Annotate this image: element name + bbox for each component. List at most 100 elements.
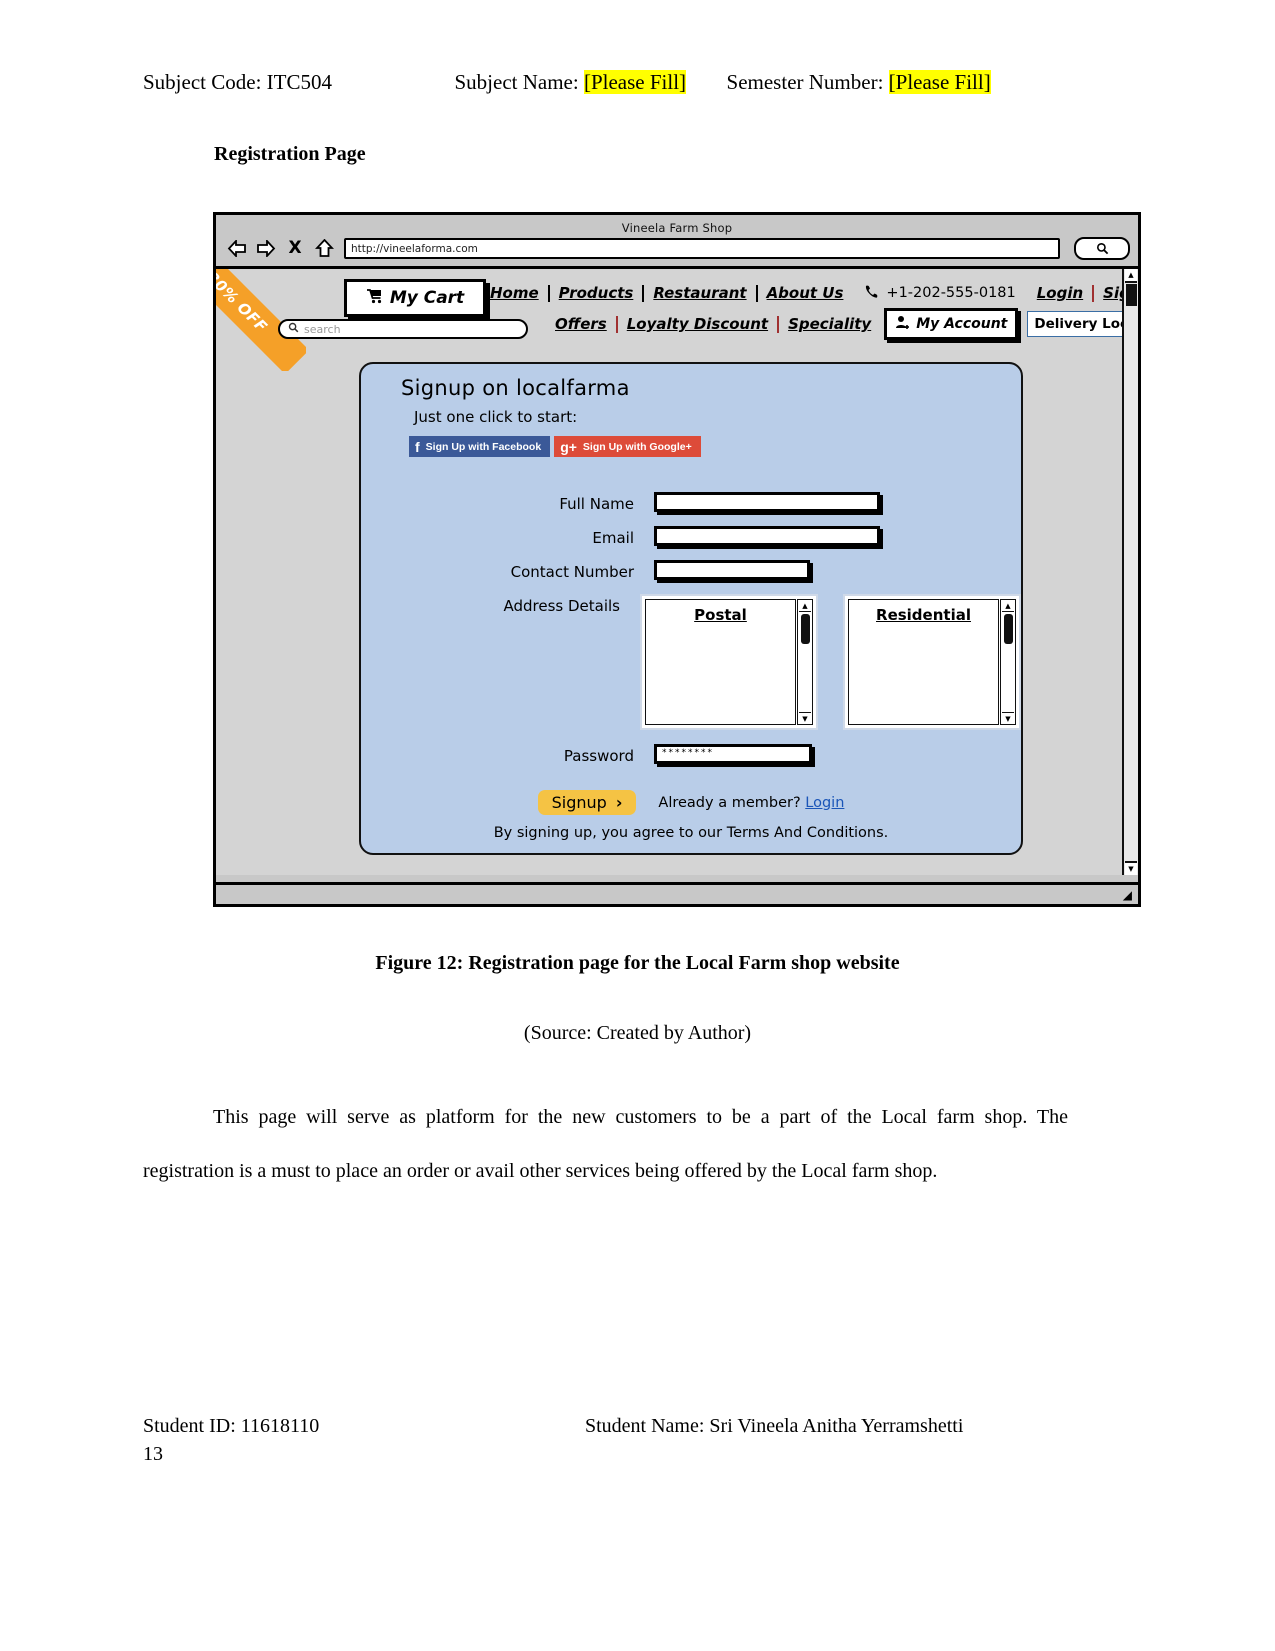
browser-mockup: Vineela Farm Shop X http://vineelaforma.…: [213, 212, 1141, 907]
nav-item-about-us[interactable]: About Us: [758, 284, 853, 302]
phone-number: +1-202-555-0181: [886, 285, 1016, 301]
postal-scrollbar[interactable]: ▲ ▼: [797, 599, 813, 725]
residential-scrollbar[interactable]: ▲ ▼: [1000, 599, 1016, 725]
home-icon[interactable]: [313, 238, 335, 260]
scroll-down-icon[interactable]: ▼: [1002, 712, 1014, 724]
submit-row: Signup › Already a member? Login: [361, 790, 1021, 815]
figure-caption: Figure 12: Registration page for the Loc…: [375, 952, 900, 974]
form-row-contact-number: Contact Number: [361, 560, 1021, 581]
residential-address-title: Residential: [876, 606, 971, 624]
already-member-login-link[interactable]: Login: [805, 795, 844, 811]
email-label: Email: [592, 529, 634, 547]
postal-address-textarea[interactable]: Postal: [645, 599, 796, 725]
postal-address-box[interactable]: Postal ▲ ▼: [640, 594, 818, 730]
password-input[interactable]: ********: [654, 744, 812, 764]
scroll-thumb[interactable]: [1003, 614, 1013, 644]
page-title: Registration Page: [214, 143, 366, 165]
form-row-password: Password ********: [361, 744, 1021, 765]
browser-toolbar: X http://vineelaforma.com: [216, 235, 1138, 266]
address-details-label: Address Details: [503, 597, 620, 615]
social-signup-row: f Sign Up with Facebook g+ Sign Up with …: [409, 436, 701, 457]
nav-item-home[interactable]: Home: [481, 284, 548, 302]
body-paragraph: This page will serve as platform for the…: [143, 1106, 1068, 1182]
full-name-label: Full Name: [559, 495, 634, 513]
window-status-bar: ◢: [216, 882, 1138, 904]
resize-grip-icon[interactable]: ◢: [1123, 888, 1132, 902]
signup-panel: Signup on localfarma Just one click to s…: [359, 362, 1023, 855]
password-label: Password: [563, 747, 634, 765]
facebook-icon: f: [415, 438, 420, 455]
phone-icon: [864, 284, 879, 303]
google-plus-icon: g+: [560, 438, 577, 455]
nav-item-login[interactable]: Login: [1028, 284, 1092, 302]
site-viewport: 30% OFF My Cart search Home Products Res…: [216, 269, 1138, 875]
scroll-up-icon[interactable]: ▲: [799, 600, 811, 612]
google-signup-label: Sign Up with Google+: [582, 440, 692, 453]
secondary-menu: Offers Loyalty Discount Speciality My Ac…: [546, 308, 1138, 340]
forward-arrow-icon[interactable]: [255, 238, 277, 260]
postal-address-title: Postal: [694, 606, 747, 624]
email-input[interactable]: [654, 526, 880, 546]
nav-item-speciality[interactable]: Speciality: [779, 315, 880, 333]
page-number: 13: [143, 1443, 163, 1465]
url-input[interactable]: http://vineelaforma.com: [344, 238, 1060, 259]
facebook-signup-button[interactable]: f Sign Up with Facebook: [409, 436, 551, 457]
contact-number-label: Contact Number: [510, 563, 634, 581]
site-navigation: My Cart search Home Products Restaurant …: [216, 269, 1138, 361]
signup-subtitle: Just one click to start:: [414, 408, 578, 426]
subject-name-label: Subject Name:: [454, 70, 579, 94]
back-arrow-icon[interactable]: [226, 238, 248, 260]
form-row-email: Email: [361, 526, 1021, 547]
semester-value: [Please Fill]: [888, 70, 991, 94]
already-member-label: Already a member?: [658, 794, 801, 811]
facebook-signup-label: Sign Up with Facebook: [425, 440, 542, 453]
chevron-right-icon: ›: [615, 793, 623, 812]
subject-code: Subject Code: ITC504: [143, 70, 332, 94]
signup-title: Signup on localfarma: [401, 376, 630, 400]
google-signup-button[interactable]: g+ Sign Up with Google+: [554, 436, 701, 457]
my-account-button[interactable]: My Account: [884, 308, 1019, 340]
site-search-placeholder: search: [304, 322, 341, 336]
document-header: Subject Code: ITC504 Subject Name: [Plea…: [143, 70, 1103, 95]
my-account-label: My Account: [916, 316, 1008, 332]
figure-source: (Source: Created by Author): [523, 1022, 752, 1044]
contact-number-input[interactable]: [654, 560, 810, 580]
residential-address-box[interactable]: Residential ▲ ▼: [843, 594, 1021, 730]
signup-form: Full Name Email Contact Number Address D…: [361, 492, 1021, 778]
footer-student-name-text: Student Name: Sri Vineela Anitha Yerrams…: [585, 1415, 964, 1437]
scroll-up-icon[interactable]: ▲: [1002, 600, 1014, 612]
form-row-full-name: Full Name: [361, 492, 1021, 513]
nav-item-restaurant[interactable]: Restaurant: [644, 284, 755, 302]
signup-submit-label: Signup: [551, 793, 607, 812]
address-boxes: Postal ▲ ▼ Residential ▲ ▼: [640, 594, 1021, 730]
scroll-thumb[interactable]: [800, 614, 810, 644]
contact-phone[interactable]: +1-202-555-0181: [852, 284, 1027, 303]
nav-item-loyalty-discount[interactable]: Loyalty Discount: [618, 315, 777, 333]
full-name-input[interactable]: [654, 492, 880, 512]
nav-item-offers[interactable]: Offers: [546, 315, 616, 333]
browser-search-button[interactable]: [1074, 237, 1130, 260]
footer-student-id: Student ID: 11618110: [143, 1415, 320, 1437]
footer-student-name: Student Name: Sri Vineela Anitha Yerrams…: [585, 1415, 1070, 1438]
nav-item-products[interactable]: Products: [550, 284, 643, 302]
page-scrollbar[interactable]: ▲ ▼: [1122, 269, 1138, 875]
my-cart-button[interactable]: My Cart: [344, 279, 486, 317]
residential-address-textarea[interactable]: Residential: [848, 599, 999, 725]
close-icon[interactable]: X: [284, 238, 306, 260]
subject-name-value: [Please Fill]: [583, 70, 687, 94]
page-scroll-up-icon[interactable]: ▲: [1125, 269, 1137, 283]
my-cart-label: My Cart: [389, 288, 465, 308]
form-row-address-details: Address Details Postal ▲ ▼ Residential ▲…: [361, 594, 1021, 730]
user-add-icon: [895, 315, 911, 333]
cart-icon: [366, 288, 384, 309]
primary-menu: Home Products Restaurant About Us +1-202…: [481, 281, 1138, 305]
scroll-down-icon[interactable]: ▼: [799, 712, 811, 724]
site-search-input[interactable]: search: [278, 319, 528, 339]
page-scroll-thumb[interactable]: [1125, 284, 1137, 306]
search-icon: [288, 322, 299, 336]
semester-label: Semester Number:: [726, 70, 884, 94]
signup-submit-button[interactable]: Signup ›: [537, 790, 637, 815]
page-scroll-down-icon[interactable]: ▼: [1125, 861, 1137, 875]
already-member-text: Already a member? Login: [658, 795, 844, 811]
terms-text: By signing up, you agree to our Terms An…: [493, 825, 889, 841]
